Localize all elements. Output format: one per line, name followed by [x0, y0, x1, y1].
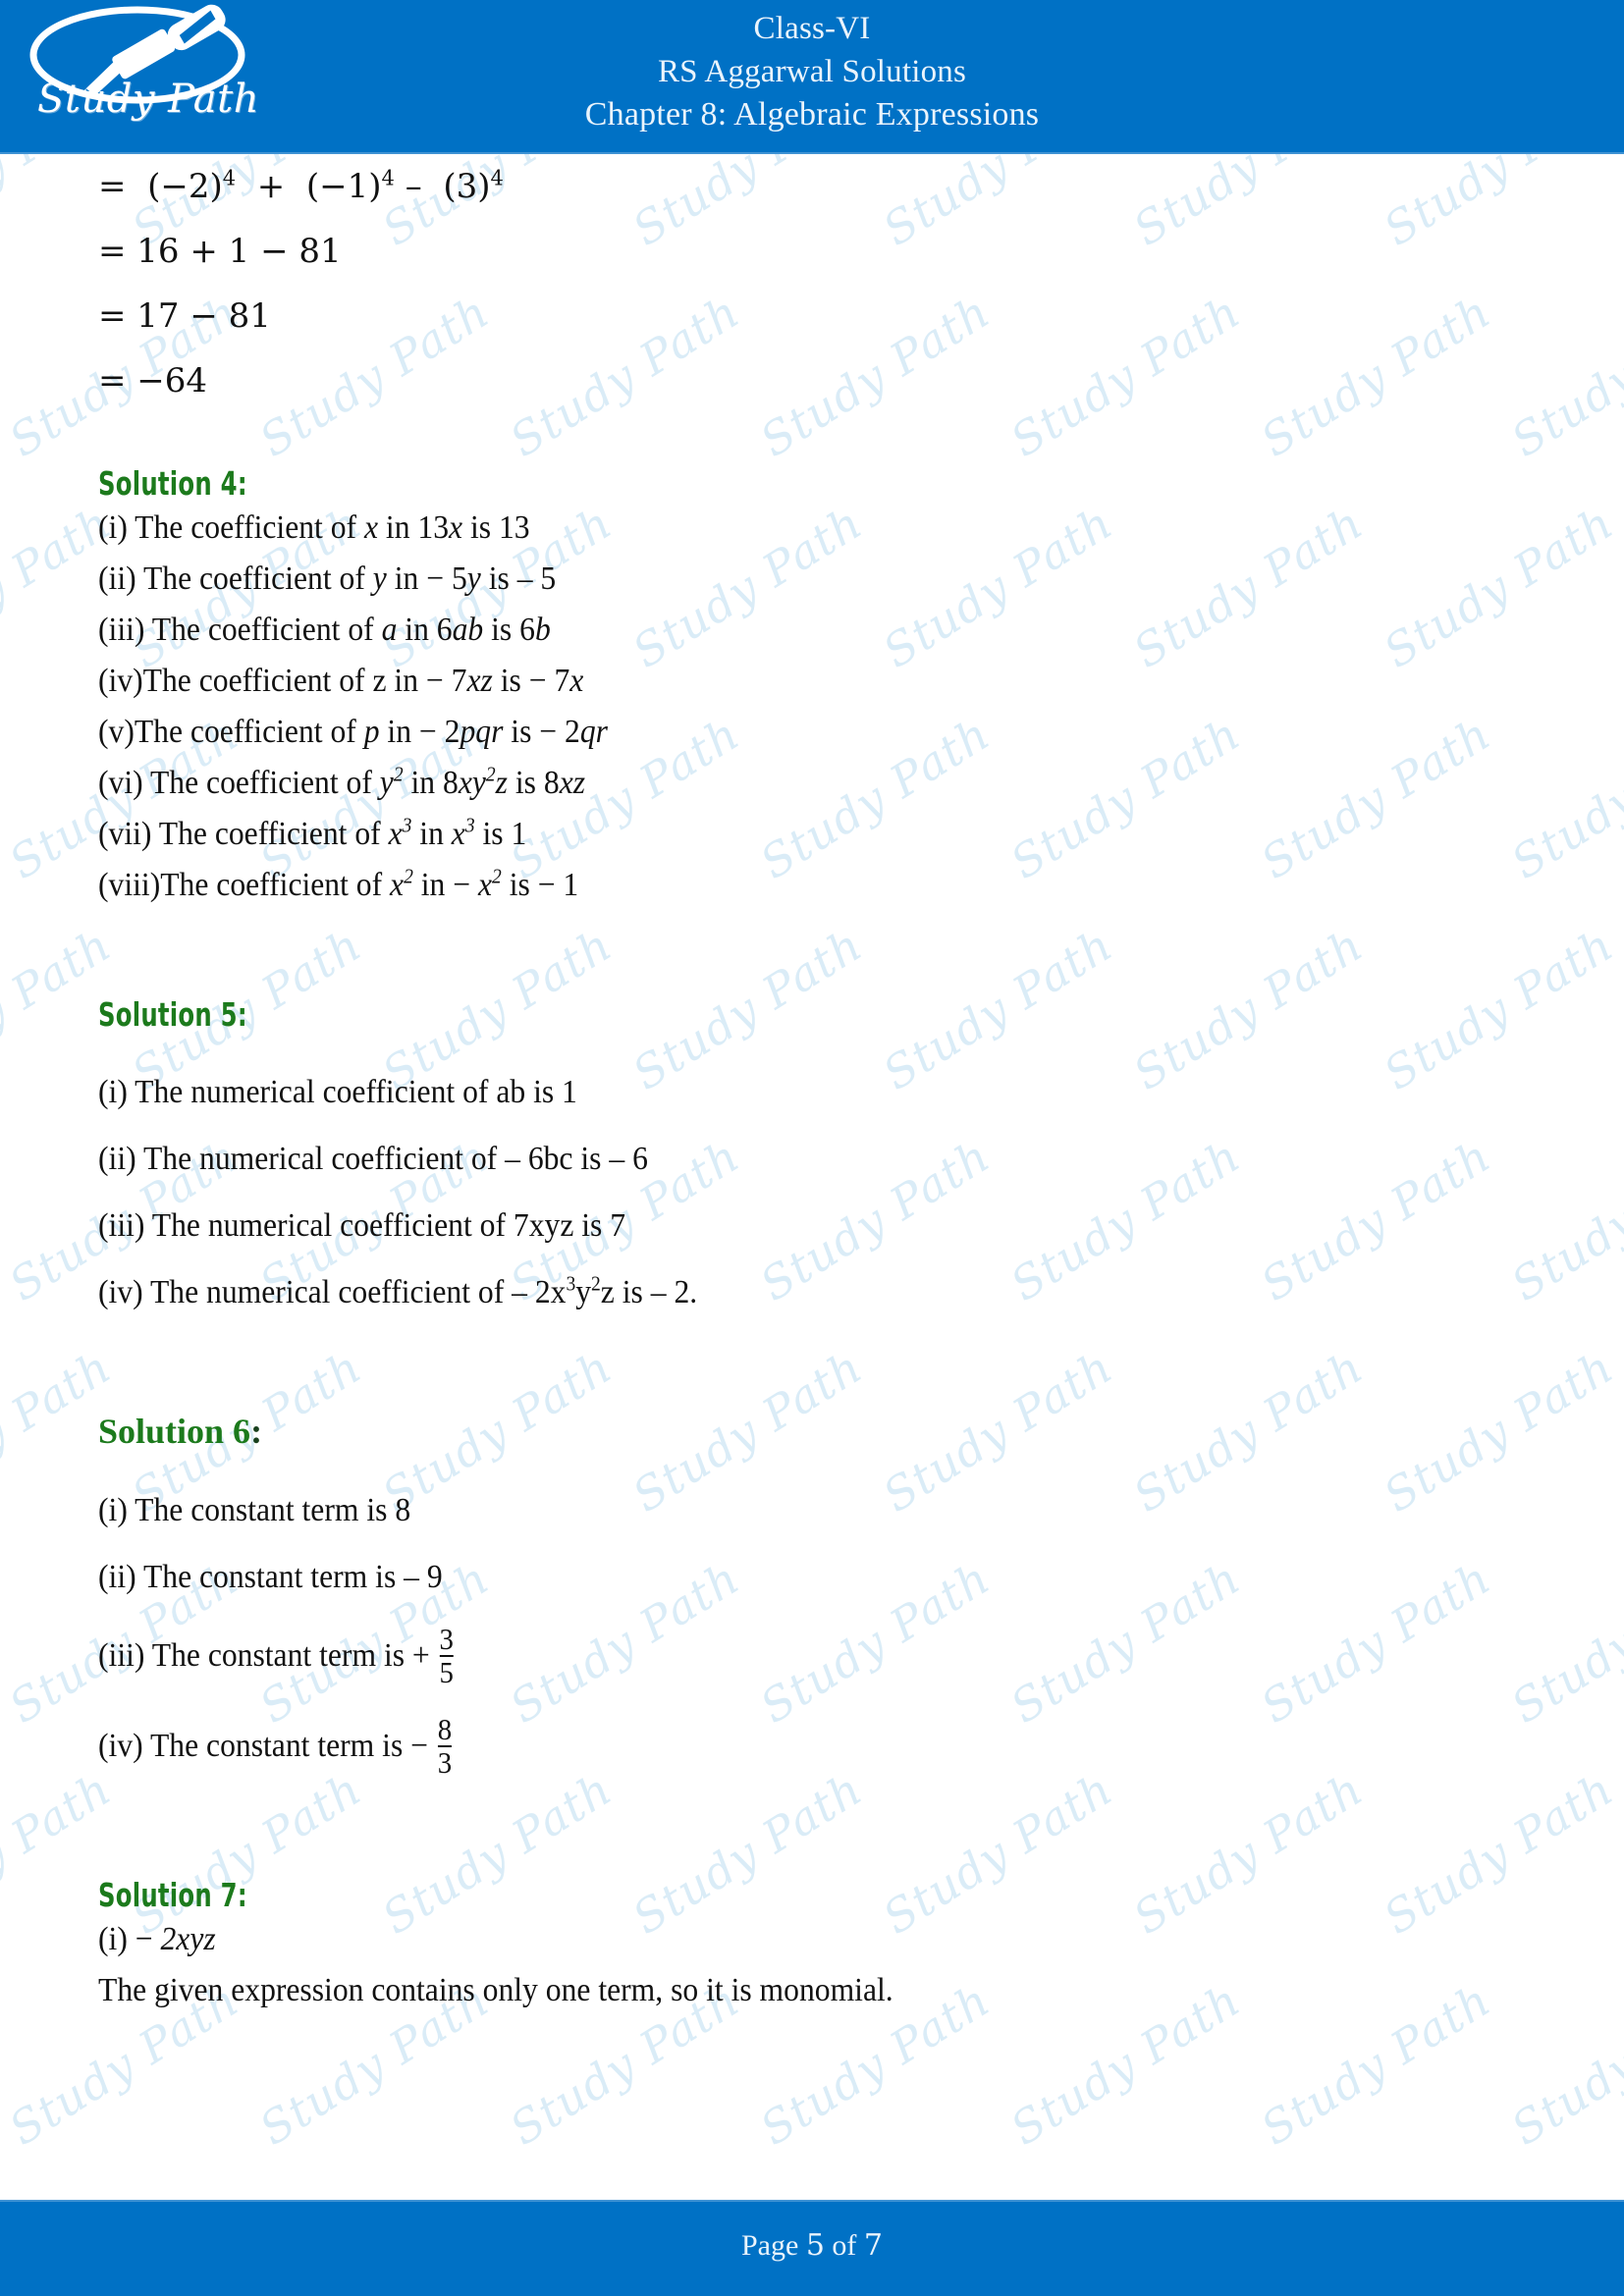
fraction-numerator: 3	[439, 1621, 454, 1656]
solution-6-list: (i) The constant term is 8 (ii) The cons…	[98, 1477, 1526, 1791]
list-item: (i) The numerical coefficient of ab is 1	[98, 1074, 577, 1110]
solution-6-heading-text: Solution 6	[98, 1412, 251, 1451]
list-item: (iv) The constant term is − 83	[98, 1701, 1426, 1791]
list-item: (vii) The coefficient of x3 in x3 is 1	[98, 813, 527, 852]
footer-middle: of	[832, 2229, 857, 2262]
math-line-4: = −64	[98, 361, 208, 400]
solution-5-block: Solution 5: (i) The numerical coefficien…	[98, 995, 1526, 1326]
math-line-2: = 16 + 1 − 81	[98, 232, 342, 271]
list-item: (iv) The numerical coefficient of – 2x3y…	[98, 1271, 698, 1310]
page-number-indicator: Page 5 of 7	[0, 2228, 1624, 2263]
solution-5-heading: Solution 5:	[98, 995, 247, 1034]
header-line-chapter: Chapter 8: Algebraic Expressions	[584, 96, 1040, 133]
footer-total-pages: 7	[863, 2228, 883, 2263]
list-item: (i) The coefficient of x in 13x is 13	[98, 509, 530, 546]
list-item: (iii) The constant term is + 35	[98, 1611, 1426, 1701]
document-content: = (−2)4 + (−1)4 – (3)4 = 16 + 1 − 81 = 1…	[0, 154, 1624, 2016]
solution-6-heading-punct: :	[250, 1412, 263, 1451]
header-line-book: RS Aggarwal Solutions	[657, 53, 967, 89]
list-item: (i) − 2xyz	[98, 1921, 216, 1957]
list-item: (ii) The coefficient of y in − 5y is – 5	[98, 561, 557, 597]
list-item: (iv)The coefficient of z in − 7xz is − 7…	[98, 663, 584, 699]
fraction-denominator: 3	[437, 1745, 453, 1781]
solution-4-list: (i) The coefficient of x in 13x is 13 (i…	[98, 503, 1526, 911]
list-item: (iii) The numerical coefficient of 7xyz …	[98, 1207, 626, 1244]
solution-5-list: (i) The numerical coefficient of ab is 1…	[98, 1059, 1526, 1326]
solution-7-heading: Solution 7:	[98, 1876, 247, 1914]
fraction-numerator: 8	[437, 1711, 453, 1746]
math-block: = (−2)4 + (−1)4 – (3)4 = 16 + 1 − 81 = 1…	[98, 154, 1526, 413]
list-item-text: (iv) The constant term is −	[98, 1728, 429, 1764]
list-item: (ii) The numerical coefficient of – 6bc …	[98, 1141, 648, 1177]
list-item: (v)The coefficient of p in − 2pqr is − 2…	[98, 714, 608, 750]
list-item: (iii) The coefficient of a in 6ab is 6b	[98, 612, 551, 648]
math-line-1: = (−2)4 + (−1)4 – (3)4	[98, 154, 1526, 219]
fraction-denominator: 5	[439, 1655, 454, 1690]
solution-4-heading: Solution 4:	[98, 464, 247, 503]
list-item: (vi) The coefficient of y2 in 8xy2z is 8…	[98, 762, 586, 801]
list-item-text: (iii) The constant term is +	[98, 1637, 430, 1674]
page-header: Study Path Class-VI RS Aggarwal Solution…	[0, 0, 1624, 154]
list-item: (viii)The coefficient of x2 in − x2 is −…	[98, 864, 579, 903]
math-line-3: = 17 − 81	[98, 296, 271, 336]
solution-7-list: (i) − 2xyz The given expression contains…	[98, 1914, 1526, 2016]
footer-current-page: 5	[805, 2228, 825, 2263]
solution-7-explanation: The given expression contains only one t…	[98, 1972, 893, 2008]
solution-6-block: Solution 6: (i) The constant term is 8 (…	[98, 1411, 1526, 1791]
header-line-class: Class-VI	[753, 11, 871, 46]
page-footer: Page 5 of 7	[0, 2200, 1624, 2296]
solution-7-block: Solution 7: (i) − 2xyz The given express…	[98, 1876, 1526, 2016]
fraction: 35	[439, 1621, 454, 1690]
solution-6-heading: Solution 6:	[98, 1411, 1526, 1452]
header-title-block: Class-VI RS Aggarwal Solutions Chapter 8…	[0, 8, 1624, 137]
footer-prefix: Page	[740, 2229, 799, 2262]
list-item: (ii) The constant term is – 9	[98, 1559, 443, 1595]
math-line-1-text: = (−2)4 + (−1)4 – (3)4	[98, 166, 504, 206]
fraction: 83	[437, 1711, 453, 1781]
list-item: (i) The constant term is 8	[98, 1492, 411, 1528]
solution-4-block: Solution 4: (i) The coefficient of x in …	[98, 464, 1526, 911]
